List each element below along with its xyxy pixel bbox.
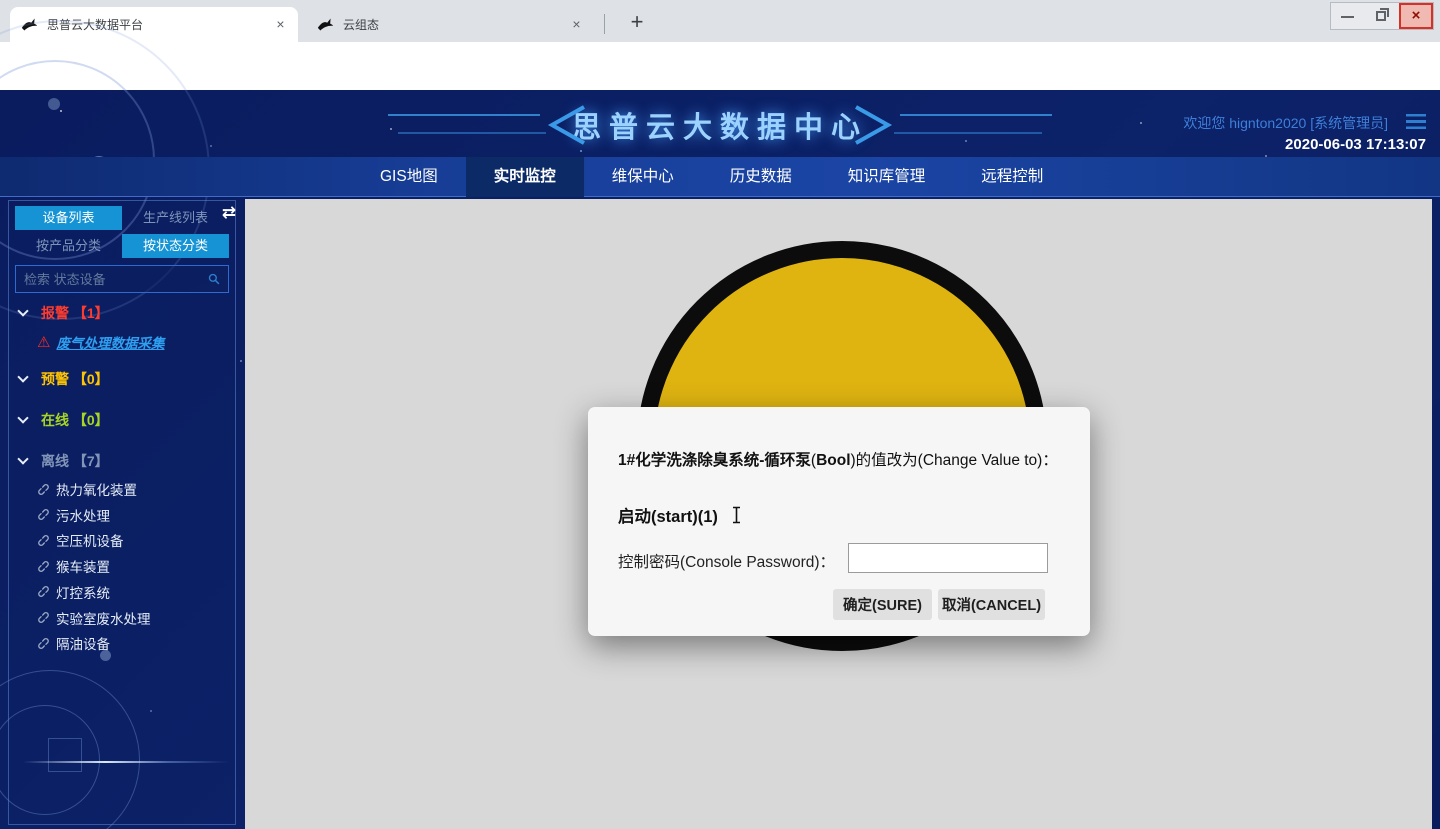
- device-label: 灯控系统: [56, 582, 110, 602]
- alarm-device-link[interactable]: 废气处理数据采集: [56, 332, 164, 352]
- value-type: Bool: [816, 452, 850, 469]
- device-label: 热力氧化装置: [56, 479, 137, 499]
- window-controls: ×: [1330, 2, 1434, 30]
- nav-realtime-monitor[interactable]: 实时监控: [466, 157, 584, 197]
- device-label: 空压机设备: [56, 530, 124, 550]
- restore-button[interactable]: [1365, 3, 1399, 29]
- unlink-icon: [37, 585, 50, 598]
- unlink-icon: [37, 534, 50, 547]
- tab-device-list[interactable]: 设备列表: [15, 206, 122, 230]
- chevron-down-icon[interactable]: [17, 412, 28, 423]
- offline-device-item[interactable]: 污水处理: [37, 505, 110, 525]
- browser-tabstrip: 思普云大数据平台 × 云组态 × + ×: [0, 0, 1440, 42]
- chevron-down-icon[interactable]: [17, 371, 28, 382]
- warning-icon: ⚠: [37, 333, 50, 351]
- close-button[interactable]: ×: [1399, 3, 1433, 29]
- tab-by-product[interactable]: 按产品分类: [15, 234, 122, 258]
- tab-close-icon[interactable]: ×: [272, 16, 289, 33]
- site-favicon-icon: [317, 16, 334, 33]
- cancel-button[interactable]: 取消(CANCEL): [938, 589, 1045, 620]
- offline-device-item[interactable]: 空压机设备: [37, 530, 124, 550]
- list-menu-icon[interactable]: [1406, 114, 1426, 129]
- dialog-message: 1#化学洗涤除臭系统-循环泵(Bool)的值改为(Change Value to…: [618, 449, 1068, 472]
- nav-maintenance-center[interactable]: 维保中心: [584, 157, 702, 197]
- nav-history-data[interactable]: 历史数据: [702, 157, 820, 197]
- password-label: 控制密码(Console Password)：: [618, 550, 835, 572]
- search-icon[interactable]: [208, 271, 220, 287]
- tree-label: 预警: [41, 369, 69, 389]
- tree-node-alarm[interactable]: 报警 【1】: [19, 303, 109, 323]
- tab-close-icon[interactable]: ×: [568, 16, 585, 33]
- tree-count: 【7】: [73, 451, 109, 471]
- tab-divider: [604, 14, 605, 34]
- device-label: 污水处理: [56, 505, 110, 525]
- unlink-icon: [37, 483, 50, 496]
- main-navbar: GIS地图 实时监控 维保中心 历史数据 知识库管理 远程控制: [0, 157, 1440, 197]
- tree-node-warning[interactable]: 预警 【0】: [19, 369, 109, 389]
- glow-divider: [23, 761, 229, 763]
- offline-device-item[interactable]: 猴车装置: [37, 556, 110, 576]
- tree-label: 报警: [41, 303, 69, 323]
- timestamp: 2020-06-03 17:13:07: [1285, 136, 1426, 153]
- unlink-icon: [37, 637, 50, 650]
- device-label: 实验室废水处理: [56, 608, 151, 628]
- new-tab-button[interactable]: +: [622, 8, 652, 38]
- unlink-icon: [37, 508, 50, 521]
- chevron-down-icon[interactable]: [17, 305, 28, 316]
- device-tag-name: 1#化学洗涤除臭系统-循环泵: [618, 452, 811, 469]
- tree-count: 【0】: [73, 410, 109, 430]
- chevron-down-icon[interactable]: [17, 453, 28, 464]
- tree-count: 【0】: [73, 369, 109, 389]
- tree-item-alarm-device[interactable]: ⚠ 废气处理数据采集: [37, 332, 164, 352]
- nav-gis-map[interactable]: GIS地图: [352, 157, 466, 197]
- tab-production-line-list[interactable]: 生产线列表: [122, 206, 229, 230]
- swap-icon[interactable]: ⇄: [222, 203, 236, 223]
- change-value-dialog: 1#化学洗涤除臭系统-循环泵(Bool)的值改为(Change Value to…: [588, 407, 1090, 636]
- device-search-input[interactable]: [16, 272, 208, 287]
- new-value-text: 启动(start)(1): [618, 503, 718, 527]
- offline-device-item[interactable]: 隔油设备: [37, 633, 110, 653]
- device-label: 隔油设备: [56, 633, 110, 653]
- sure-button[interactable]: 确定(SURE): [833, 589, 932, 620]
- tree-label: 离线: [41, 451, 69, 471]
- title-deco-right: [852, 100, 1052, 150]
- device-sidebar: 设备列表 生产线列表 ⇄ 按产品分类 按状态分类 报警 【1】: [8, 200, 236, 825]
- tree-label: 在线: [41, 410, 69, 430]
- browser-toolbar: ← → 不安全 iot.idosp.net /idosp/index.html?…: [0, 42, 1440, 90]
- device-label: 猴车装置: [56, 556, 110, 576]
- tab-by-status[interactable]: 按状态分类: [122, 234, 229, 258]
- minimize-button[interactable]: [1331, 3, 1365, 29]
- title-deco-left: [388, 100, 588, 150]
- console-password-input[interactable]: [848, 543, 1048, 573]
- nav-remote-control[interactable]: 远程控制: [953, 157, 1071, 197]
- nav-knowledge-base[interactable]: 知识库管理: [820, 157, 954, 197]
- tab-title: 云组态: [343, 16, 568, 33]
- welcome-text[interactable]: 欢迎您 hignton2020 [系统管理员]: [1183, 113, 1388, 133]
- tree-node-online[interactable]: 在线 【0】: [19, 410, 109, 430]
- tree-count: 【1】: [73, 303, 109, 323]
- offline-device-item[interactable]: 灯控系统: [37, 582, 110, 602]
- unlink-icon: [37, 560, 50, 573]
- offline-device-item[interactable]: 实验室废水处理: [37, 608, 151, 628]
- screen: 思普云大数据平台 × 云组态 × + × ← →: [0, 0, 1440, 829]
- device-search-box: [15, 265, 229, 293]
- browser-tab-2[interactable]: 云组态 ×: [306, 7, 594, 42]
- text-cursor-icon: [731, 506, 742, 524]
- tree-node-offline[interactable]: 离线 【7】: [19, 451, 109, 471]
- msg-tail: )的值改为(Change Value to)：: [851, 452, 1058, 469]
- offline-device-item[interactable]: 热力氧化装置: [37, 479, 137, 499]
- unlink-icon: [37, 611, 50, 624]
